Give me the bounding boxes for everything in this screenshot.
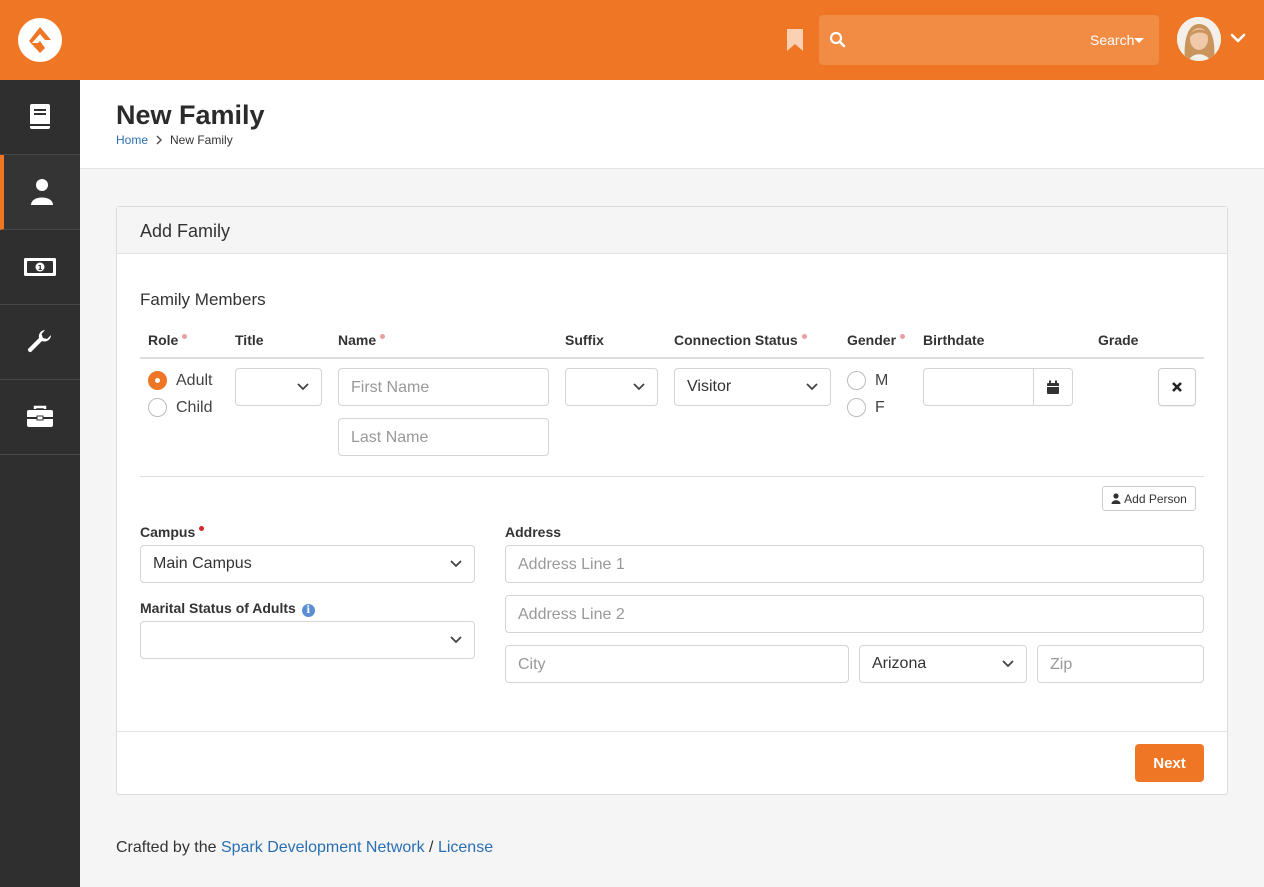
gender-m-radio[interactable] <box>847 371 866 390</box>
rock-logo-icon[interactable] <box>18 18 62 62</box>
chevron-down-icon <box>633 383 645 391</box>
col-header-connection-status: Connection Status <box>674 332 807 348</box>
col-header-gender: Gender <box>847 332 906 348</box>
col-header-birthdate: Birthdate <box>923 332 985 348</box>
marital-status-select[interactable] <box>140 621 475 659</box>
money-icon: 1 <box>24 258 56 276</box>
address-line1-input[interactable]: Address Line 1 <box>505 545 1204 583</box>
calendar-icon <box>1047 380 1059 394</box>
role-child-radio[interactable] <box>148 398 167 417</box>
sidebar: 1 <box>0 80 80 887</box>
search-box[interactable]: Search <box>819 15 1159 65</box>
svg-text:1: 1 <box>38 264 43 272</box>
required-indicator <box>199 526 205 531</box>
chevron-down-icon <box>450 560 462 568</box>
user-icon <box>1111 493 1121 504</box>
license-link[interactable]: License <box>438 839 493 856</box>
close-icon <box>1172 382 1182 392</box>
col-header-title: Title <box>235 332 264 348</box>
add-family-panel: Add Family <box>116 206 1228 795</box>
family-members-heading: Family Members <box>140 290 266 309</box>
required-indicator <box>380 334 386 339</box>
last-name-input[interactable]: Last Name <box>338 418 549 456</box>
panel-heading: Add Family <box>117 207 1227 254</box>
chevron-down-icon <box>1002 660 1014 668</box>
title-select[interactable] <box>235 368 322 406</box>
panel-title: Add Family <box>140 221 231 241</box>
breadcrumb-current: New Family <box>170 133 233 147</box>
address-line2-input[interactable]: Address Line 2 <box>505 595 1204 633</box>
sidebar-item-people[interactable] <box>0 155 80 230</box>
calendar-button[interactable] <box>1033 368 1073 406</box>
page-footer: Crafted by the Spark Development Network… <box>116 839 494 856</box>
book-icon <box>30 104 50 129</box>
gender-m-label: M <box>875 372 889 389</box>
briefcase-icon <box>27 405 53 427</box>
breadcrumb-home-link[interactable]: Home <box>116 133 148 147</box>
page-title: New Family <box>116 100 265 130</box>
panel-footer-divider <box>116 731 1228 732</box>
spark-link[interactable]: Spark Development Network <box>221 839 425 856</box>
zip-input[interactable]: Zip <box>1037 645 1204 683</box>
marital-status-label: Marital Status of Adults i <box>140 600 315 617</box>
role-adult-radio[interactable] <box>148 371 167 390</box>
breadcrumb: Home New Family <box>116 133 233 147</box>
search-type-label[interactable]: Search <box>1090 32 1134 48</box>
gender-f-label: F <box>875 399 885 416</box>
search-input[interactable] <box>855 25 1075 55</box>
chevron-down-icon <box>806 383 818 391</box>
next-button[interactable]: Next <box>1135 744 1204 782</box>
page-header: New Family Home New Family <box>80 80 1264 169</box>
table-header-divider <box>140 357 1204 359</box>
add-person-button[interactable]: Add Person <box>1102 486 1196 511</box>
top-bar: Search <box>0 0 1264 80</box>
role-adult-label: Adult <box>176 372 213 389</box>
col-header-name: Name <box>338 332 386 348</box>
city-input[interactable]: City <box>505 645 849 683</box>
chevron-right-icon <box>156 135 163 145</box>
chevron-down-icon[interactable] <box>1230 32 1246 44</box>
avatar[interactable] <box>1177 17 1221 61</box>
caret-down-icon[interactable] <box>1134 38 1144 43</box>
user-icon <box>31 179 53 205</box>
address-label: Address <box>505 524 562 540</box>
wrench-icon <box>27 330 52 353</box>
first-name-input[interactable]: First Name <box>338 368 549 406</box>
chevron-down-icon <box>297 383 309 391</box>
remove-member-button[interactable] <box>1158 368 1196 406</box>
sidebar-item-finance[interactable]: 1 <box>0 230 80 305</box>
col-header-role: Role <box>148 332 188 348</box>
chevron-down-icon <box>450 636 462 644</box>
role-child-label: Child <box>176 399 213 416</box>
required-indicator <box>801 334 807 339</box>
search-icon <box>829 31 846 48</box>
required-indicator <box>900 334 906 339</box>
campus-select[interactable]: Main Campus <box>140 545 475 583</box>
state-select[interactable]: Arizona <box>859 645 1027 683</box>
col-header-grade: Grade <box>1098 332 1139 348</box>
campus-label: Campus <box>140 524 205 540</box>
birthdate-input[interactable] <box>923 368 1034 406</box>
sidebar-item-book[interactable] <box>0 80 80 155</box>
sidebar-item-admin-tools[interactable] <box>0 305 80 380</box>
bookmark-icon[interactable] <box>786 29 804 51</box>
required-indicator <box>182 334 188 339</box>
gender-f-radio[interactable] <box>847 398 866 417</box>
suffix-select[interactable] <box>565 368 658 406</box>
members-divider <box>140 476 1204 477</box>
col-header-suffix: Suffix <box>565 332 604 348</box>
connection-status-select[interactable]: Visitor <box>674 368 831 406</box>
info-icon[interactable]: i <box>301 604 315 617</box>
sidebar-item-briefcase[interactable] <box>0 380 80 455</box>
